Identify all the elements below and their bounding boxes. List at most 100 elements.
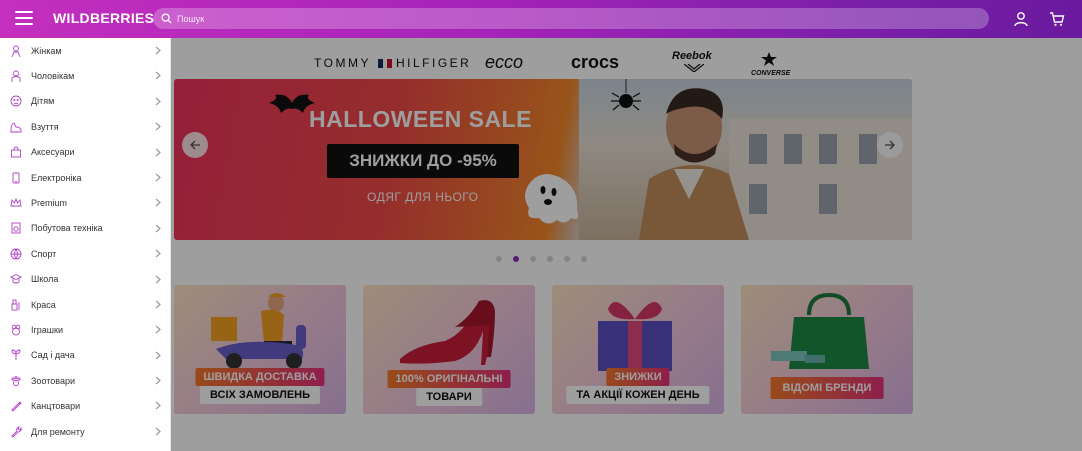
sidebar-item-7[interactable]: Premium bbox=[0, 190, 170, 215]
sidebar-item-1[interactable]: Жінкам bbox=[0, 38, 170, 63]
spider-icon bbox=[611, 79, 641, 111]
promo-label: ВСІХ ЗАМОВЛЕНЬ bbox=[199, 386, 321, 404]
brand-hilfiger[interactable]: HILFIGER bbox=[396, 56, 471, 70]
sidebar-item-5[interactable]: Аксесуари bbox=[0, 140, 170, 165]
school-icon bbox=[10, 274, 22, 284]
red-heel-shoe-icon bbox=[400, 300, 495, 365]
arrow-left-icon bbox=[190, 140, 200, 150]
phone-icon bbox=[12, 172, 20, 184]
promo-card-original[interactable]: 100% ОРИГІНАЛЬНІ ТОВАРИ bbox=[363, 285, 535, 414]
wrench-icon bbox=[11, 425, 22, 438]
sidebar-item-10[interactable]: Школа bbox=[0, 267, 170, 292]
chevron-right-icon bbox=[155, 173, 161, 182]
promo-tag: ЗНИЖКИ bbox=[606, 368, 670, 386]
sidebar-item-label: Електроніка bbox=[31, 172, 82, 183]
paw-icon bbox=[11, 375, 21, 386]
sidebar-item-label: Краса bbox=[31, 299, 56, 310]
sidebar-item-6[interactable]: Електроніка bbox=[0, 165, 170, 190]
sidebar-item-label: Жінкам bbox=[31, 45, 62, 56]
green-handbag-icon bbox=[771, 293, 869, 369]
carousel-dot-4[interactable] bbox=[547, 256, 553, 262]
promo-tag: ШВИДКА ДОСТАВКА bbox=[195, 368, 325, 386]
chevron-right-icon bbox=[155, 351, 161, 360]
chevron-right-icon bbox=[155, 427, 161, 436]
chevron-right-icon bbox=[155, 122, 161, 131]
carousel-dot-3[interactable] bbox=[530, 256, 536, 262]
carousel-dot-6[interactable] bbox=[581, 256, 587, 262]
chevron-right-icon bbox=[155, 275, 161, 283]
sidebar-item-2[interactable]: Чоловікам bbox=[0, 63, 170, 88]
promo-card-discounts[interactable]: ЗНИЖКИ ТА АКЦІЇ КОЖЕН ДЕНЬ bbox=[552, 285, 724, 414]
sidebar-item-label: Для ремонту bbox=[31, 426, 85, 437]
child-icon bbox=[10, 96, 22, 107]
man-icon bbox=[11, 70, 21, 83]
brand-crocs[interactable]: crocs bbox=[571, 52, 619, 73]
main-content: TOMMY HILFIGER ecco crocs Reebok CONVERS… bbox=[171, 38, 1082, 451]
crown-icon bbox=[10, 197, 22, 207]
banner-subtitle: ОДЯГ ДЛЯ НЬОГО bbox=[367, 190, 479, 204]
sidebar-item-15[interactable]: Канцтовари bbox=[0, 393, 170, 418]
banner-prev-button[interactable] bbox=[182, 132, 208, 158]
brand-converse[interactable]: CONVERSE bbox=[751, 70, 790, 77]
arrow-right-icon bbox=[885, 140, 895, 150]
chevron-right-icon bbox=[155, 198, 161, 207]
hero-banner[interactable]: HALLOWEEN SALE ЗНИЖКИ ДО -95% ОДЯГ ДЛЯ Н… bbox=[174, 79, 912, 240]
reebok-logo-icon bbox=[684, 64, 704, 72]
carousel-dot-2[interactable] bbox=[513, 256, 519, 262]
brand-ecco[interactable]: ecco bbox=[485, 52, 523, 73]
woman-icon bbox=[11, 45, 21, 57]
sidebar-item-9[interactable]: Спорт bbox=[0, 241, 170, 266]
search-icon bbox=[161, 13, 172, 24]
brand-strip: TOMMY HILFIGER ecco crocs Reebok CONVERS… bbox=[171, 50, 1082, 80]
sidebar-item-label: Іграшки bbox=[31, 324, 63, 335]
chevron-right-icon bbox=[155, 148, 161, 157]
site-logo[interactable]: WILDBERRIES bbox=[53, 10, 154, 26]
chevron-right-icon bbox=[155, 300, 161, 309]
sidebar-item-14[interactable]: Зоотовари bbox=[0, 368, 170, 393]
tommy-flag-icon bbox=[378, 59, 393, 68]
promo-card-delivery[interactable]: ШВИДКА ДОСТАВКА ВСІХ ЗАМОВЛЕНЬ bbox=[174, 285, 346, 414]
brand-tommy[interactable]: TOMMY bbox=[314, 56, 371, 70]
chevron-right-icon bbox=[155, 325, 161, 334]
category-sidebar: Жінкам Чоловікам Дітям Взуття Аксесуари Елект… bbox=[0, 38, 171, 451]
sidebar-item-13[interactable]: Сад і дача bbox=[0, 343, 170, 368]
sidebar-item-label: Школа bbox=[31, 274, 59, 285]
search-bar[interactable] bbox=[153, 8, 989, 29]
beauty-icon bbox=[11, 299, 20, 311]
user-icon[interactable] bbox=[1013, 11, 1029, 27]
sidebar-item-label: Зоотовари bbox=[31, 375, 75, 386]
carousel-dot-5[interactable] bbox=[564, 256, 570, 262]
pen-icon bbox=[11, 401, 22, 412]
chevron-right-icon bbox=[155, 46, 161, 55]
ghost-icon bbox=[525, 174, 579, 224]
sidebar-item-3[interactable]: Дітям bbox=[0, 89, 170, 114]
sidebar-item-12[interactable]: Іграшки bbox=[0, 317, 170, 342]
carousel-dot-1[interactable] bbox=[496, 256, 502, 262]
banner-discount: ЗНИЖКИ ДО -95% bbox=[327, 144, 519, 178]
sidebar-item-label: Взуття bbox=[31, 121, 59, 132]
garden-icon bbox=[11, 349, 21, 361]
sidebar-item-label: Аксесуари bbox=[31, 147, 75, 158]
sidebar-item-16[interactable]: Для ремонту bbox=[0, 419, 170, 444]
chevron-right-icon bbox=[155, 402, 161, 410]
promo-label: ТОВАРИ bbox=[416, 388, 482, 406]
bag-icon bbox=[11, 146, 21, 158]
toy-icon bbox=[11, 324, 21, 336]
brand-reebok[interactable]: Reebok bbox=[672, 50, 712, 62]
promo-card-brands[interactable]: ВІДОМІ БРЕНДИ bbox=[741, 285, 913, 414]
sidebar-item-label: Побутова техніка bbox=[31, 223, 103, 234]
chevron-right-icon bbox=[155, 97, 161, 106]
menu-icon[interactable] bbox=[15, 11, 33, 25]
sidebar-item-4[interactable]: Взуття bbox=[0, 114, 170, 139]
sidebar-item-8[interactable]: Побутова техніка bbox=[0, 216, 170, 241]
shoe-icon bbox=[10, 122, 22, 133]
search-input[interactable] bbox=[177, 13, 957, 24]
carousel-dots bbox=[496, 256, 598, 262]
sidebar-item-label: Чоловікам bbox=[31, 71, 75, 82]
banner-next-button[interactable] bbox=[877, 132, 903, 158]
chevron-right-icon bbox=[155, 224, 161, 233]
sidebar-item-11[interactable]: Краса bbox=[0, 292, 170, 317]
cart-icon[interactable] bbox=[1049, 11, 1065, 27]
chevron-right-icon bbox=[155, 249, 161, 258]
chevron-right-icon bbox=[155, 376, 161, 385]
